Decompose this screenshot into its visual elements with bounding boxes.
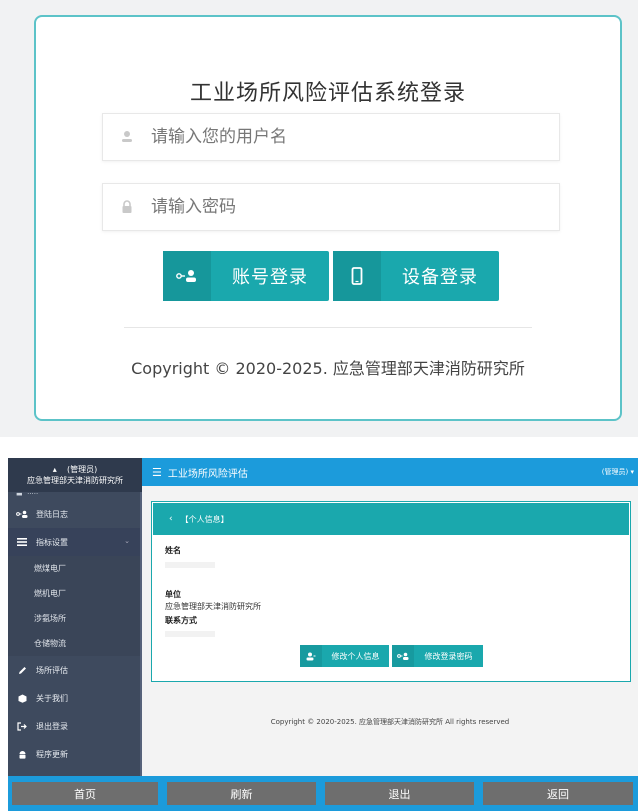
contact-value: [165, 631, 215, 637]
sidebar-item-login-log[interactable]: 登陆日志: [8, 500, 142, 528]
username-field[interactable]: [102, 113, 560, 161]
profile-panel: ‹ 【个人信息】 姓名 单位 应急管理部天津消防研究所 联系方式 修改个人信息 …: [151, 501, 631, 682]
chevron-left-icon[interactable]: ‹: [169, 514, 173, 524]
sidebar-header: ▴ (管理员) 应急管理部天津消防研究所: [8, 458, 142, 492]
login-copyright: Copyright © 2020-2025. 应急管理部天津消防研究所: [131, 359, 525, 378]
user-icon: [119, 129, 135, 145]
home-button[interactable]: 首页: [12, 782, 158, 805]
sidebar-item-about[interactable]: 关于我们: [8, 684, 142, 712]
device-login-button[interactable]: 设备登录: [333, 251, 499, 301]
name-value: [165, 562, 215, 568]
unit-label: 单位: [165, 590, 181, 599]
sidebar: ▴ (管理员) 应急管理部天津消防研究所 ▬ ····· 登陆日志 指标设置 ⌄…: [8, 458, 142, 778]
edit-password-button[interactable]: 修改登录密码: [392, 645, 483, 667]
android-icon: [16, 749, 28, 759]
panel-title: 【个人信息】: [180, 514, 229, 524]
edit-info-label: 修改个人信息: [331, 651, 380, 661]
user-key-icon: [16, 509, 28, 519]
edit-info-button[interactable]: 修改个人信息: [300, 645, 389, 667]
bottom-nav-bar: 首页 刷新 退出 返回: [8, 776, 638, 811]
sidebar-subitem-gas-plant[interactable]: 燃机电厂: [8, 581, 142, 606]
sidebar-subitem-ammonia-site[interactable]: 涉氨场所: [8, 606, 142, 631]
password-input[interactable]: [151, 184, 551, 230]
sidebar-subitem-coal-plant[interactable]: 燃煤电厂: [8, 556, 142, 581]
menu-icon[interactable]: ☰: [152, 466, 162, 479]
password-field[interactable]: [102, 183, 560, 231]
box-icon: [16, 693, 28, 703]
login-title: 工业场所风险评估系统登录: [189, 81, 466, 106]
contact-label: 联系方式: [165, 616, 197, 625]
admin-screen: ▴ (管理员) 应急管理部天津消防研究所 ▬ ····· 登陆日志 指标设置 ⌄…: [8, 458, 638, 811]
sidebar-role: ▴ (管理员): [52, 465, 98, 474]
list-icon: [16, 537, 28, 547]
edit-password-label: 修改登录密码: [424, 651, 473, 661]
sidebar-item-indicator-settings[interactable]: 指标设置 ⌄: [8, 528, 142, 556]
user-key-icon: [163, 251, 211, 301]
chevron-down-icon: ⌄: [124, 537, 130, 545]
pencil-icon: [16, 665, 28, 675]
device-login-label: 设备登录: [402, 267, 478, 288]
login-divider: [124, 327, 532, 328]
sign-out-icon: [16, 721, 28, 731]
sidebar-subitem-warehouse[interactable]: 仓储物流: [8, 631, 142, 656]
account-login-button[interactable]: 账号登录: [163, 251, 329, 301]
panel-header: ‹ 【个人信息】: [153, 503, 629, 535]
top-bar: ☰ 工业场所风险评估 (管理员) ▾: [142, 458, 638, 486]
sidebar-org: 应急管理部天津消防研究所: [27, 476, 123, 485]
lock-icon: [119, 199, 135, 215]
sidebar-item-update[interactable]: 程序更新: [8, 740, 142, 768]
sidebar-item-logout[interactable]: 退出登录: [8, 712, 142, 740]
account-login-label: 账号登录: [232, 267, 308, 288]
back-button[interactable]: 返回: [483, 782, 633, 805]
name-label: 姓名: [165, 546, 181, 555]
username-input[interactable]: [151, 114, 551, 160]
user-icon: ▴: [52, 465, 67, 474]
sidebar-scrollbar[interactable]: [140, 492, 142, 778]
mobile-icon: [333, 251, 381, 301]
sidebar-item-site-assessment[interactable]: 场所评估: [8, 656, 142, 684]
user-edit-icon: [300, 645, 322, 667]
exit-button[interactable]: 退出: [325, 782, 474, 805]
screenshot-stage: 工业场所风险评估系统登录 账号登录: [0, 0, 638, 811]
user-key-icon: [392, 645, 414, 667]
sidebar-item-cut: ▬ ·····: [16, 492, 39, 498]
unit-value: 应急管理部天津消防研究所: [165, 602, 261, 611]
app-title: 工业场所风险评估: [167, 468, 248, 480]
admin-copyright: Copyright © 2020-2025. 应急管理部天津消防研究所 All …: [270, 718, 510, 726]
login-card: 工业场所风险评估系统登录 账号登录: [34, 15, 622, 421]
refresh-button[interactable]: 刷新: [167, 782, 316, 805]
user-menu[interactable]: (管理员) ▾: [602, 467, 634, 477]
login-screen: 工业场所风险评估系统登录 账号登录: [0, 0, 638, 437]
